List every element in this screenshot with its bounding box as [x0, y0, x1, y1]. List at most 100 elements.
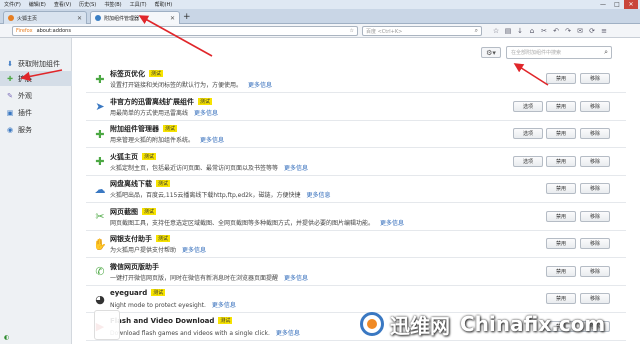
disable-button[interactable]: 禁用	[546, 128, 576, 139]
addon-name: 附加组件管理器 测试	[110, 124, 178, 134]
menu-edit[interactable]: 编辑(E)	[29, 1, 46, 8]
tab-addons-manager[interactable]: 附加组件管理器 ✕	[90, 11, 180, 24]
sidebar-item-plugins[interactable]: ▣ 插件	[0, 105, 72, 120]
sidebar-item-label: 插件	[18, 108, 32, 117]
tab-close-icon[interactable]: ✕	[77, 15, 82, 22]
sidebar-item-services[interactable]: ◉ 服务	[0, 122, 72, 137]
bookmarks-icon[interactable]: ☆	[490, 27, 502, 35]
minimize-button[interactable]: —	[596, 0, 610, 9]
more-info-link[interactable]: 更多信息	[212, 302, 236, 309]
addon-description: 设置打开链接和关闭标签的默认行为，方便使用。 更多信息	[110, 80, 272, 89]
sidebar-item-get-addons[interactable]: ⬇ 获取附加组件	[0, 56, 72, 71]
service-icon: ◉	[6, 125, 14, 134]
brush-icon: ✎	[7, 91, 13, 100]
disable-button[interactable]: 禁用	[546, 100, 576, 112]
disable-button[interactable]: 禁用	[546, 293, 576, 304]
addon-name: 网页截图 测试	[110, 207, 157, 217]
disable-button[interactable]: 禁用	[546, 155, 576, 167]
addon-description-text: 用最简单的方式使用迅雷离线	[110, 109, 189, 117]
addons-list-pane: ⚙▾ 在全部附加组件中搜索 ⌕ ✚ 标签页优化 测试 设置打开链接和关闭标签的默认行为…	[72, 38, 640, 344]
menu-view[interactable]: 查看(V)	[54, 1, 71, 8]
more-info-link[interactable]: 更多信息	[284, 165, 308, 172]
addon-row[interactable]: ✂ 网页截图 测试 网页截图工具，支持任意选定区域截图、全网页截图等多种截图方式，并提…	[86, 204, 626, 231]
menu-icon[interactable]: ≡	[598, 27, 610, 35]
download-icon[interactable]: ↓	[514, 27, 526, 35]
remove-button[interactable]: 移除	[580, 155, 610, 167]
menu-history[interactable]: 历史(S)	[79, 1, 96, 8]
back-icon[interactable]: ↶	[550, 27, 562, 35]
watermark: 迅维网 Chinafix.com	[94, 304, 640, 344]
close-window-button[interactable]: ✕	[624, 0, 638, 9]
library-icon[interactable]: ▤	[502, 27, 514, 35]
tab-label: 附加组件管理器	[104, 15, 140, 22]
remove-button[interactable]: 移除	[580, 293, 610, 304]
menu-bookmarks[interactable]: 书签(B)	[104, 1, 121, 8]
disable-button[interactable]: 禁用	[546, 183, 576, 194]
remove-button[interactable]: 移除	[580, 238, 610, 249]
addon-description: 网页截图工具，支持任意选定区域截图、全网页截图等多种截图方式，并提供必要的图片编…	[110, 218, 404, 227]
forward-icon[interactable]: ↷	[562, 27, 574, 35]
sidebar-item-label: 获取附加组件	[18, 59, 60, 68]
more-info-link[interactable]: 更多信息	[248, 82, 272, 89]
remove-button[interactable]: 移除	[580, 100, 610, 112]
sync-icon[interactable]: ⟳	[586, 27, 598, 35]
remove-button[interactable]: 移除	[580, 265, 610, 277]
menu-help[interactable]: 帮助(H)	[155, 1, 173, 8]
firefox-icon	[8, 15, 14, 21]
test-badge: 测试	[151, 289, 166, 296]
tools-gear-button[interactable]: ⚙▾	[481, 47, 501, 58]
options-button[interactable]: 选项	[513, 155, 543, 167]
search-icon[interactable]: ⌕	[475, 27, 478, 35]
addon-description-text: Download flash games and videos with a s…	[110, 329, 270, 337]
more-info-link[interactable]: 更多信息	[380, 220, 404, 227]
disable-button[interactable]: 禁用	[546, 210, 576, 222]
sidebar-item-extensions[interactable]: ✚ 扩展	[0, 71, 72, 86]
options-button[interactable]: 选项	[513, 100, 543, 112]
remove-button[interactable]: 移除	[580, 183, 610, 194]
addon-description-text: 网页截图工具，支持任意选定区域截图、全网页截图等多种截图方式，并提供必要的图片编…	[110, 219, 375, 227]
phone-icon	[94, 310, 120, 340]
new-tab-button[interactable]: +	[183, 12, 191, 22]
sidebar-item-appearance[interactable]: ✎ 外观	[0, 88, 72, 103]
more-info-link[interactable]: 更多信息	[306, 192, 330, 199]
mail-icon[interactable]: ✉	[574, 27, 586, 35]
addon-name: Flash and Video Download 测试	[110, 316, 233, 325]
addon-description-text: 设置打开链接和关闭标签的默认行为，方便使用。	[110, 82, 243, 89]
bookmark-star-icon[interactable]: ☆	[350, 28, 354, 34]
remove-button[interactable]: 移除	[580, 128, 610, 139]
screenshot-icon[interactable]: ✂	[538, 27, 550, 35]
addon-row[interactable]: ✋ 网银支付助手 测试 为火狐用户提供支付帮助 更多信息 禁用 移除	[86, 231, 626, 258]
disable-button[interactable]: 禁用	[546, 265, 576, 277]
tab-close-icon[interactable]: ✕	[170, 15, 175, 22]
tab-firefox-home[interactable]: 火狐主页 ✕	[3, 11, 87, 24]
addon-icon: ✋	[93, 237, 107, 251]
menu-tools[interactable]: 工具(T)	[130, 1, 147, 8]
disable-button[interactable]: 禁用	[546, 238, 576, 249]
home-icon[interactable]: ⌂	[526, 27, 538, 35]
search-icon[interactable]: ⌕	[604, 48, 608, 57]
options-button[interactable]: 选项	[513, 128, 543, 139]
addon-description: 一键打开微信网页版，同时在微信有新消息时在浏览器页面提醒 更多信息	[110, 273, 308, 282]
more-info-link[interactable]: 更多信息	[276, 330, 300, 337]
remove-button[interactable]: 移除	[580, 73, 610, 84]
maximize-button[interactable]: □	[610, 0, 624, 9]
addon-row[interactable]: ✚ 附加组件管理器 测试 用来管理火狐的附加组件系统。 更多信息 选项 禁用 移除	[86, 121, 626, 148]
addon-row[interactable]: ✚ 标签页优化 测试 设置打开链接和关闭标签的默认行为，方便使用。 更多信息 禁用 移除	[86, 66, 626, 93]
remove-button[interactable]: 移除	[580, 210, 610, 222]
addon-description: 火狐定制主页，包括最近访问页面、最常访问页面以及书签等等 更多信息	[110, 163, 308, 172]
more-info-link[interactable]: 更多信息	[200, 137, 224, 144]
addon-icon: ➤	[95, 100, 105, 113]
addon-search-input[interactable]: 在全部附加组件中搜索 ⌕	[506, 46, 612, 59]
more-info-link[interactable]: 更多信息	[182, 247, 206, 254]
addon-row[interactable]: ☁ 网盘离线下载 测试 火狐吧出品，百度云,115云播离线下载http,ftp,ed2…	[86, 176, 626, 203]
url-bar[interactable]: Firefox about:addons ☆	[12, 26, 358, 36]
web-search-input[interactable]: 百度 <Ctrl+K> ⌕	[362, 26, 482, 36]
more-info-link[interactable]: 更多信息	[194, 110, 218, 117]
addon-row[interactable]: ✚ 火狐主页 测试 火狐定制主页，包括最近访问页面、最常访问页面以及书签等等 更多信息 选…	[86, 149, 626, 176]
addon-row[interactable]: ✆ 微信网页版助手 一键打开微信网页版，同时在微信有新消息时在浏览器页面提醒 更多信息…	[86, 259, 626, 286]
addon-row[interactable]: ➤ 非官方的迅雷离线扩展组件 测试 用最简单的方式使用迅雷离线 更多信息 选项 禁用 移除	[86, 94, 626, 121]
menu-file[interactable]: 文件(F)	[4, 1, 21, 8]
disable-button[interactable]: 禁用	[546, 73, 576, 84]
more-info-link[interactable]: 更多信息	[284, 275, 308, 282]
addon-icon: ✚	[95, 127, 105, 141]
